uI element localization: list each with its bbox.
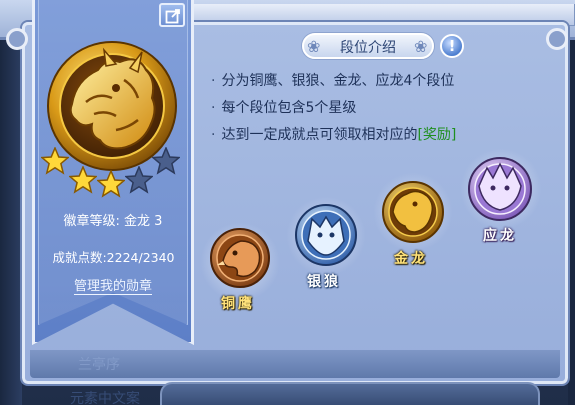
tier-label-silver-wolf: 银狼	[307, 274, 341, 290]
info-line-1: · 分为铜鹰、银狼、金龙、应龙4个段位	[211, 70, 454, 90]
tier-label-copper-eagle: 铜鹰	[221, 296, 255, 312]
right-edge	[568, 40, 575, 405]
star-icon-filled	[97, 170, 125, 198]
info-line-2: · 每个段位包含5个星级	[211, 97, 356, 117]
manage-medals-link[interactable]: 管理我的勋章	[60, 275, 166, 294]
reward-link[interactable]: [奖励]	[417, 127, 456, 143]
edit-icon	[165, 9, 180, 24]
copper-eagle-medal-icon	[210, 228, 270, 288]
badge-level-text: 徽章等级: 金龙 3	[63, 214, 163, 229]
star-icon-filled	[69, 166, 97, 194]
bottom-ghost-text: 元素中文案	[70, 391, 140, 405]
edit-button[interactable]	[159, 3, 185, 27]
winged-dragon-medal-icon	[468, 157, 532, 221]
star-icon-empty	[152, 147, 180, 175]
help-button[interactable]: !	[440, 34, 464, 58]
star-icon-filled	[41, 147, 69, 175]
corner-ornament-right	[546, 28, 568, 50]
info-line-text: 达到一定成就点可领取相对应的	[221, 127, 418, 143]
gold-dragon-medal-icon	[382, 181, 444, 243]
achievement-points-text: 成就点数:2224/2340	[52, 250, 175, 265]
info-line-text: 每个段位包含5个星级	[221, 100, 357, 116]
silver-wolf-medal-icon	[295, 204, 357, 266]
section-title: 段位介绍	[340, 40, 396, 56]
bottom-tab-bar	[160, 382, 540, 405]
background-ghost-text: 兰亭序	[78, 357, 120, 373]
left-edge	[0, 40, 22, 405]
info-line-3: · 达到一定成就点可领取相对应的[奖励]	[211, 124, 456, 144]
bullet-icon: ·	[211, 73, 216, 89]
star-icon-empty	[125, 166, 153, 194]
tier-label-winged-dragon: 应龙	[483, 228, 517, 244]
bullet-icon: ·	[211, 127, 216, 143]
bullet-icon: ·	[211, 100, 216, 116]
corner-ornament-left	[6, 28, 28, 50]
info-line-text: 分为铜鹰、银狼、金龙、应龙4个段位	[221, 73, 455, 89]
tier-label-gold-dragon: 金龙	[394, 251, 428, 267]
